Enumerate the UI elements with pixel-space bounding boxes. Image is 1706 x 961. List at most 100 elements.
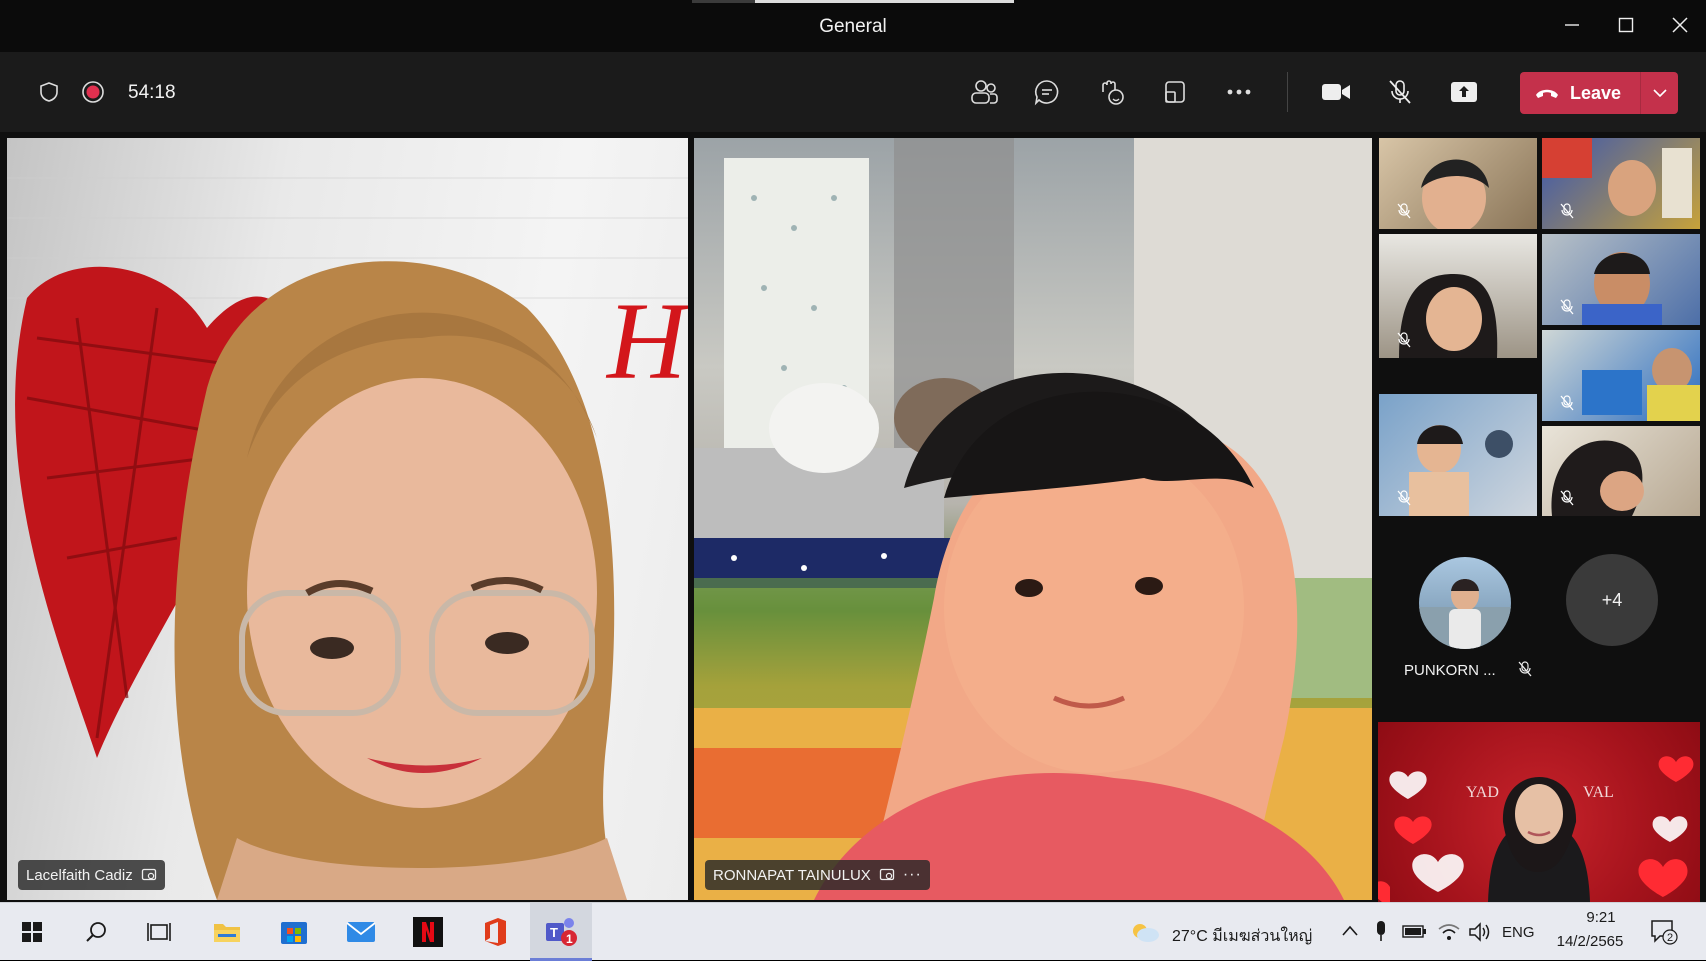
maximize-icon bbox=[1618, 17, 1634, 33]
search-button[interactable] bbox=[77, 913, 115, 951]
video-feed-self: YAD VAL bbox=[1378, 756, 1694, 902]
mic-muted-icon bbox=[1389, 80, 1411, 104]
meeting-toolbar: 54:18 Leave bbox=[0, 52, 1706, 132]
participants-button[interactable] bbox=[966, 74, 1002, 110]
video-thumbnail[interactable] bbox=[1379, 138, 1537, 229]
svg-text:H: H bbox=[605, 280, 688, 402]
start-icon bbox=[22, 922, 42, 942]
camera-button[interactable] bbox=[1318, 74, 1354, 110]
chevron-up-icon[interactable] bbox=[1342, 924, 1358, 938]
weather-text[interactable]: 27°C มีเมฆส่วนใหญ่ bbox=[1172, 924, 1312, 949]
video-thumbnail[interactable] bbox=[1542, 330, 1700, 421]
input-language[interactable]: ENG bbox=[1502, 924, 1535, 941]
start-button[interactable] bbox=[13, 913, 51, 951]
file-explorer-button[interactable] bbox=[208, 913, 246, 951]
self-video-tile[interactable]: YAD VAL bbox=[1378, 722, 1700, 902]
office-button[interactable] bbox=[476, 913, 514, 951]
toolbar-divider bbox=[1287, 72, 1288, 112]
task-view-button[interactable] bbox=[140, 913, 178, 951]
share-screen-button[interactable] bbox=[1446, 74, 1482, 110]
microphone-button[interactable] bbox=[1382, 74, 1418, 110]
weather-icon bbox=[1133, 924, 1159, 942]
chat-button[interactable] bbox=[1029, 74, 1065, 110]
svg-text:VAL: VAL bbox=[1583, 784, 1614, 801]
security-indicator[interactable] bbox=[31, 74, 67, 110]
clock-time[interactable]: 9:21 bbox=[1570, 909, 1632, 926]
video-feed-center bbox=[694, 138, 1372, 900]
microphone-tray-icon[interactable] bbox=[1374, 920, 1388, 942]
leave-button[interactable]: Leave bbox=[1520, 72, 1640, 114]
video-tile-ronnapat[interactable]: RONNAPAT TAINULUX ··· bbox=[694, 138, 1372, 900]
screen-share-status-icon bbox=[879, 868, 894, 881]
avatar[interactable] bbox=[1419, 557, 1511, 649]
mail-icon bbox=[346, 922, 376, 942]
mic-muted-icon bbox=[1397, 490, 1411, 506]
screen-share-status-icon bbox=[141, 868, 156, 881]
office-icon bbox=[485, 918, 506, 946]
participant-more-button[interactable]: ··· bbox=[903, 866, 922, 884]
store-button[interactable] bbox=[275, 913, 313, 951]
mic-muted-icon bbox=[1397, 332, 1411, 348]
minimize-button[interactable] bbox=[1552, 8, 1592, 42]
chat-icon bbox=[1034, 80, 1059, 106]
reactions-button[interactable] bbox=[1093, 74, 1129, 110]
hang-up-icon bbox=[1536, 89, 1558, 98]
mic-muted-icon bbox=[1560, 203, 1574, 219]
svg-text:T: T bbox=[550, 925, 558, 940]
more-actions-button[interactable] bbox=[1221, 74, 1257, 110]
minimize-icon bbox=[1565, 24, 1579, 26]
notification-count: 2 bbox=[1667, 932, 1673, 944]
mic-muted-icon bbox=[1397, 203, 1411, 219]
reactions-icon bbox=[1102, 80, 1124, 105]
share-icon bbox=[1451, 82, 1477, 102]
more-participants-button[interactable]: +4 bbox=[1566, 554, 1658, 646]
teams-icon: T1 bbox=[546, 918, 577, 946]
participant-name-tag: Lacelfaith Cadiz bbox=[18, 860, 165, 890]
leave-button-group: Leave bbox=[1520, 72, 1678, 114]
leave-options-button[interactable] bbox=[1641, 72, 1678, 114]
rooms-icon bbox=[1165, 81, 1185, 103]
maximize-button[interactable] bbox=[1606, 8, 1646, 42]
mic-muted-icon bbox=[1560, 490, 1574, 506]
overflow-participant-name: PUNKORN ... bbox=[1404, 661, 1532, 679]
file-explorer-icon bbox=[214, 924, 240, 942]
video-thumbnail[interactable] bbox=[1542, 138, 1700, 229]
close-button[interactable] bbox=[1660, 8, 1700, 42]
recording-icon bbox=[82, 81, 104, 103]
svg-text:YAD: YAD bbox=[1466, 784, 1499, 801]
wifi-icon[interactable] bbox=[1438, 923, 1460, 941]
mic-muted-icon bbox=[1560, 299, 1574, 315]
search-icon bbox=[86, 922, 106, 942]
netflix-icon bbox=[413, 917, 443, 947]
battery-icon[interactable] bbox=[1402, 923, 1428, 939]
store-icon bbox=[281, 922, 307, 944]
people-icon bbox=[971, 80, 998, 104]
video-feed-left: H bbox=[7, 177, 688, 900]
recording-indicator bbox=[75, 74, 111, 110]
clock-date[interactable]: 14/2/2565 bbox=[1548, 933, 1632, 950]
teams-badge-count: 1 bbox=[566, 932, 573, 946]
task-view-icon bbox=[147, 923, 171, 941]
video-thumbnail[interactable] bbox=[1542, 234, 1700, 325]
mic-muted-icon bbox=[1518, 661, 1532, 677]
close-icon bbox=[1672, 17, 1688, 33]
video-tile-lacelfaith[interactable]: H Lacelfaith Cadiz bbox=[7, 138, 688, 900]
windows-taskbar: T1 27°C มีเมฆส่วนใหญ่ ENG 9:21 14/2/2565… bbox=[0, 902, 1706, 961]
participant-name: Lacelfaith Cadiz bbox=[26, 866, 133, 884]
meeting-timer: 54:18 bbox=[128, 82, 176, 103]
window-title: General bbox=[819, 16, 887, 37]
notifications-icon[interactable]: 2 bbox=[1650, 919, 1678, 945]
video-thumbnail[interactable] bbox=[1542, 426, 1700, 516]
mic-muted-icon bbox=[1560, 395, 1574, 411]
shield-icon bbox=[40, 82, 58, 102]
video-thumbnail[interactable] bbox=[1379, 394, 1537, 516]
netflix-button[interactable] bbox=[409, 913, 447, 951]
teams-button[interactable]: T1 bbox=[542, 913, 580, 951]
video-thumbnail[interactable] bbox=[1379, 234, 1537, 358]
volume-icon[interactable] bbox=[1468, 922, 1492, 942]
more-icon bbox=[1227, 89, 1251, 95]
mail-button[interactable] bbox=[342, 913, 380, 951]
participant-name: RONNAPAT TAINULUX bbox=[713, 866, 871, 884]
breakout-rooms-button[interactable] bbox=[1157, 74, 1193, 110]
camera-icon bbox=[1322, 84, 1350, 100]
